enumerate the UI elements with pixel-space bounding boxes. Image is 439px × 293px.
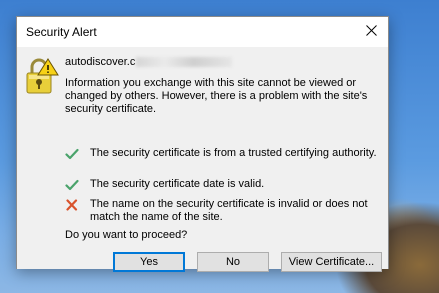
- check-text: The security certificate is from a trust…: [90, 147, 377, 159]
- x-mark-icon: [65, 199, 79, 211]
- title-bar: Security Alert: [17, 17, 388, 47]
- info-message: Information you exchange with this site …: [65, 77, 368, 115]
- site-host: autodiscover.c: [65, 56, 233, 68]
- security-alert-dialog: Security Alert autodiscover.c Informatio…: [16, 16, 389, 272]
- proceed-question: Do you want to proceed?: [65, 229, 188, 241]
- redacted-host-blur: [136, 57, 233, 68]
- check-text: The name on the security certificate is …: [90, 198, 368, 223]
- site-host-text: autodiscover.c: [65, 56, 136, 68]
- checkmark-icon: [65, 179, 79, 191]
- no-button[interactable]: No: [197, 252, 269, 272]
- close-icon: [365, 23, 377, 41]
- yes-button[interactable]: Yes: [113, 252, 185, 272]
- view-certificate-button[interactable]: View Certificate...: [281, 252, 382, 272]
- padlock-warning-icon: [25, 57, 59, 97]
- dialog-title: Security Alert: [26, 25, 97, 39]
- check-text: The security certificate date is valid.: [90, 178, 265, 190]
- dialog-body: autodiscover.c Information you exchange …: [17, 47, 388, 272]
- checkmark-icon: [65, 148, 79, 160]
- close-button[interactable]: [354, 17, 388, 47]
